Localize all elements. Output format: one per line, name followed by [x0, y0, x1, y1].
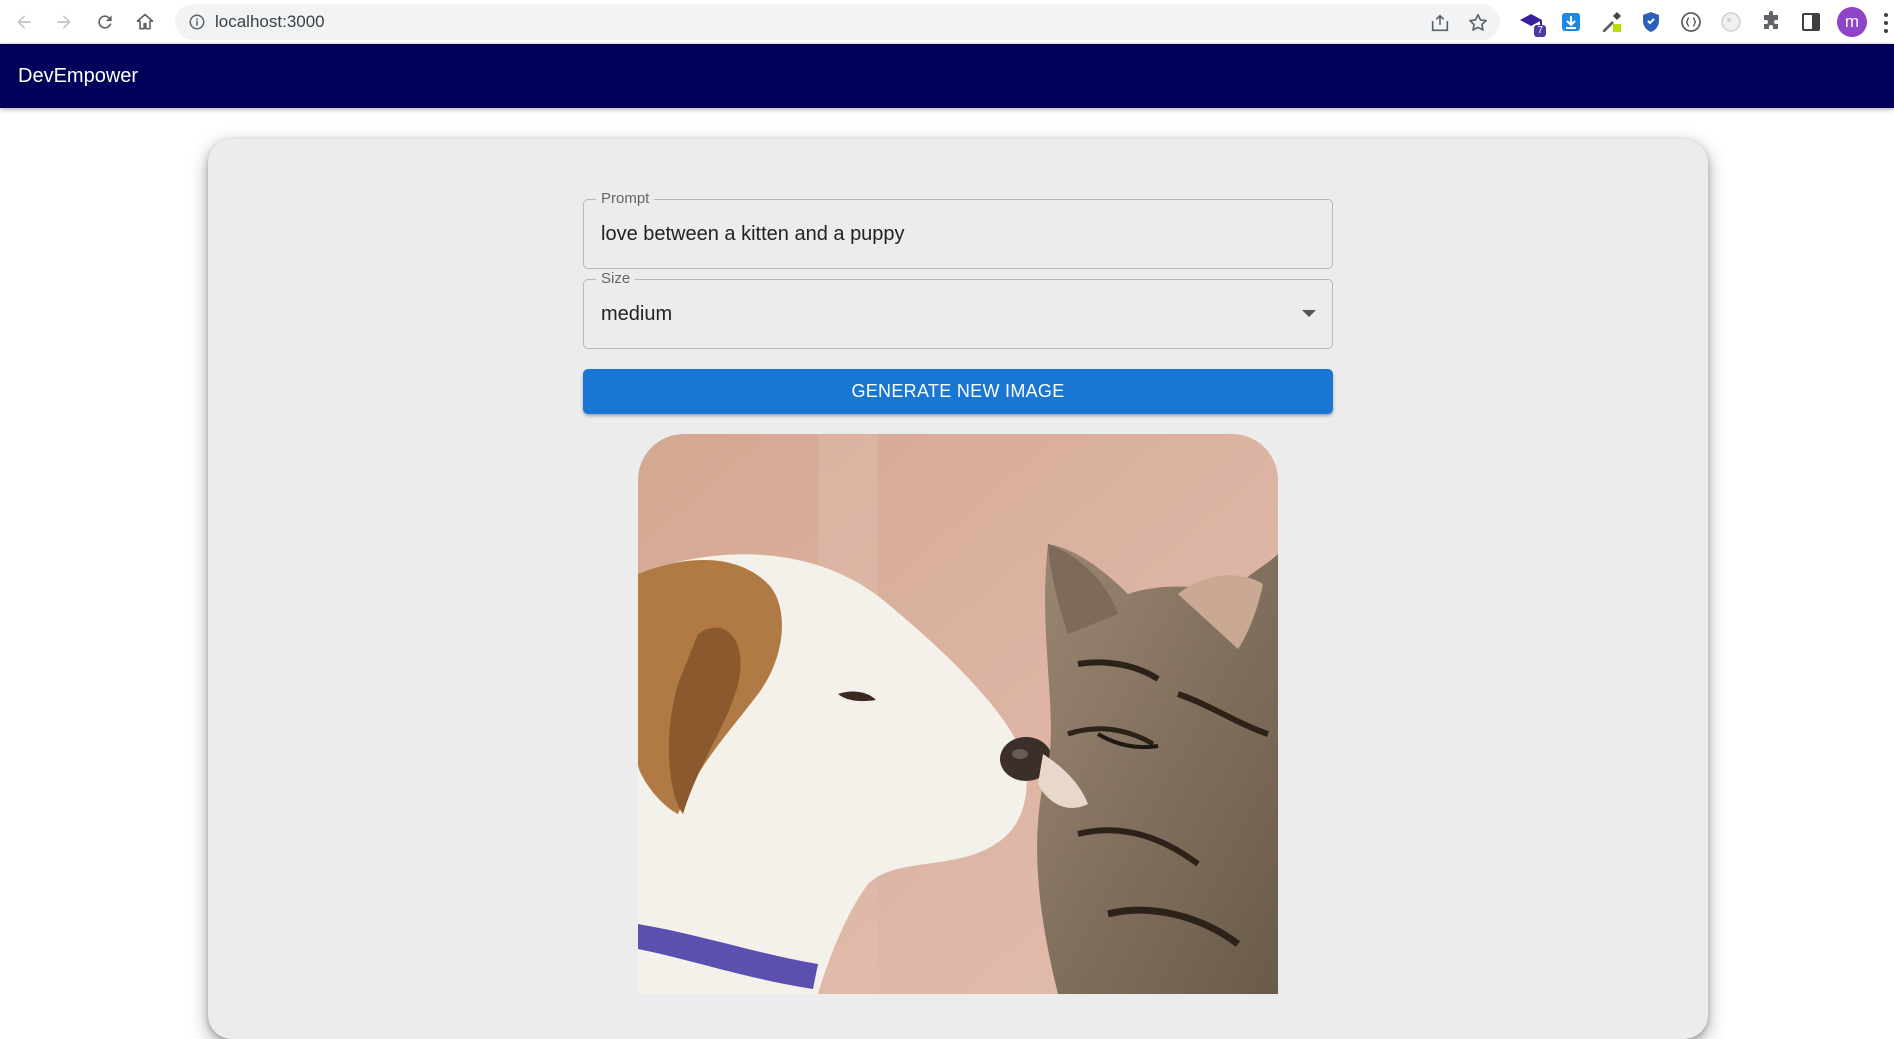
prompt-input[interactable] — [601, 222, 1281, 246]
profile-initial: m — [1844, 12, 1860, 31]
prompt-field[interactable]: Prompt — [583, 190, 1333, 269]
size-label: Size — [596, 270, 636, 288]
address-bar[interactable]: localhost:3000 — [175, 4, 1500, 40]
back-button[interactable] — [10, 8, 38, 36]
extension-code[interactable] — [1678, 9, 1704, 35]
size-selected-value[interactable]: medium — [601, 302, 1281, 326]
extension-download[interactable] — [1558, 9, 1584, 35]
code-braces-icon — [1681, 12, 1701, 32]
arrow-right-icon — [57, 15, 71, 29]
url-text[interactable]: localhost:3000 — [215, 13, 325, 31]
extensions-menu[interactable] — [1758, 9, 1784, 35]
info-icon[interactable] — [188, 13, 206, 31]
home-button[interactable] — [131, 8, 159, 36]
more-vertical-icon[interactable] — [1882, 10, 1894, 36]
side-panel-icon — [1802, 13, 1820, 31]
puppy-kitten-image-icon — [638, 434, 1278, 994]
size-select[interactable]: Size medium — [583, 270, 1333, 349]
extension-shield[interactable] — [1638, 9, 1664, 35]
generated-image — [638, 434, 1278, 994]
eyedropper-icon — [1603, 12, 1621, 32]
browser-toolbar: localhost:3000 7 m — [0, 0, 1894, 44]
home-icon — [136, 13, 154, 30]
profile-avatar[interactable]: m — [1837, 7, 1867, 37]
extension-faded[interactable] — [1718, 9, 1744, 35]
app-header: DevEmpower — [0, 44, 1894, 108]
extension-eyedropper[interactable] — [1598, 9, 1624, 35]
generate-new-image-button[interactable]: GENERATE NEW IMAGE — [583, 369, 1333, 414]
faded-extension-icon — [1721, 12, 1741, 32]
reload-button[interactable] — [91, 8, 119, 36]
extension-badge: 7 — [1534, 25, 1546, 37]
forward-button[interactable] — [50, 8, 78, 36]
reload-icon — [98, 15, 112, 29]
download-icon — [1562, 13, 1580, 31]
shield-icon — [1643, 12, 1659, 32]
dropdown-arrow-icon[interactable] — [1302, 310, 1316, 317]
prompt-label: Prompt — [596, 190, 655, 208]
arrow-left-icon — [17, 15, 31, 29]
app-title[interactable]: DevEmpower — [18, 64, 138, 88]
bookmark-star-icon[interactable] — [1467, 12, 1489, 34]
extension-graduation-cap[interactable]: 7 — [1518, 9, 1546, 37]
puzzle-icon — [1764, 11, 1778, 29]
share-icon[interactable] — [1429, 12, 1451, 34]
side-panel-toggle[interactable] — [1798, 9, 1824, 35]
